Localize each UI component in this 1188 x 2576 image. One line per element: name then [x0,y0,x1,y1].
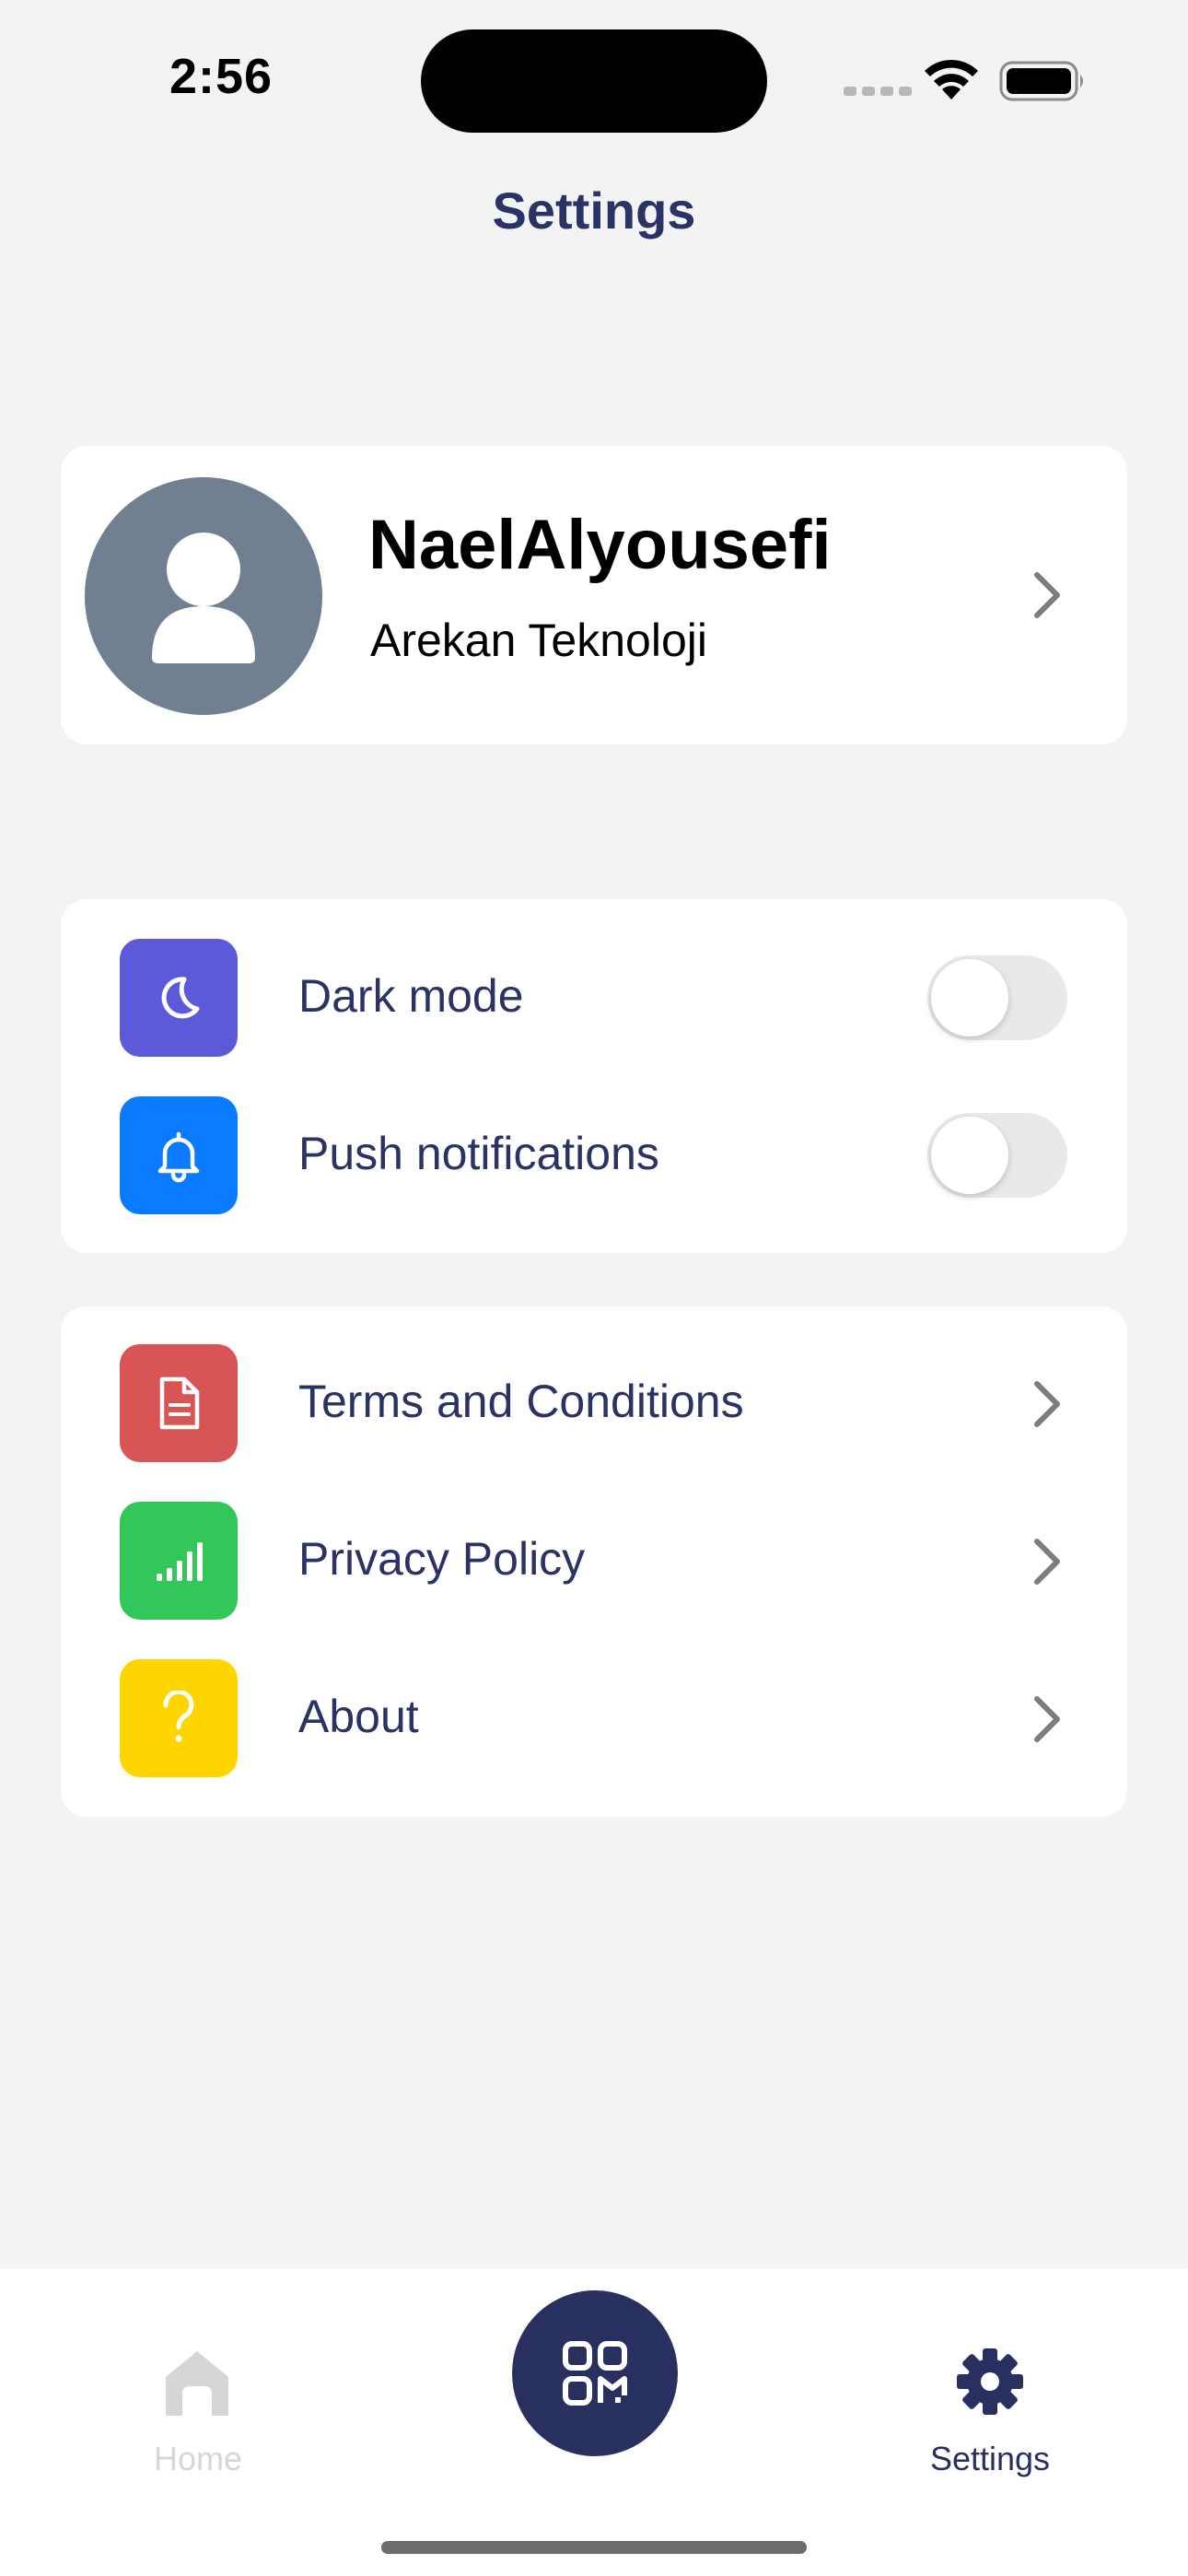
document-icon [159,1376,200,1430]
dark-mode-icon-tile [120,939,238,1057]
battery-icon [999,61,1083,101]
person-icon [152,533,255,663]
profile-company: Arekan Teknoloji [370,615,707,666]
signal-bars-icon [157,1542,203,1581]
about-icon-tile [120,1659,238,1777]
bell-icon [157,1131,200,1183]
push-notifications-icon-tile [120,1096,238,1214]
cellular-signal-icon [844,87,912,96]
tab-settings-label: Settings [929,2440,1051,2477]
push-notifications-label: Push notifications [298,1128,659,1179]
terms-label: Terms and Conditions [298,1376,744,1427]
chevron-right-icon [1034,1696,1060,1742]
qr-scan-button[interactable] [512,2290,678,2456]
chevron-right-icon [1034,1539,1060,1585]
toggle-knob [931,1117,1008,1194]
tab-home-label: Home [153,2440,243,2477]
dark-mode-toggle[interactable] [927,955,1067,1040]
gear-icon [957,2348,1023,2415]
home-icon [166,2351,228,2416]
terms-icon-tile [120,1344,238,1462]
profile-name: NaelAlyousefi [368,506,832,584]
question-icon [163,1691,194,1742]
push-notifications-toggle[interactable] [927,1113,1067,1198]
about-label: About [298,1691,419,1742]
moon-icon [161,977,200,1019]
wifi-icon [925,59,978,100]
chevron-right-icon [1034,1381,1060,1427]
home-indicator [381,2541,807,2554]
dark-mode-label: Dark mode [298,970,524,1022]
privacy-label: Privacy Policy [298,1533,586,1585]
page-title: Settings [492,181,696,240]
avatar [85,477,322,715]
status-time: 2:56 [169,49,274,104]
toggle-knob [931,959,1008,1036]
dynamic-island [421,29,767,133]
qr-code-icon [563,2341,627,2406]
chevron-right-icon [1034,572,1060,618]
privacy-icon-tile [120,1502,238,1620]
